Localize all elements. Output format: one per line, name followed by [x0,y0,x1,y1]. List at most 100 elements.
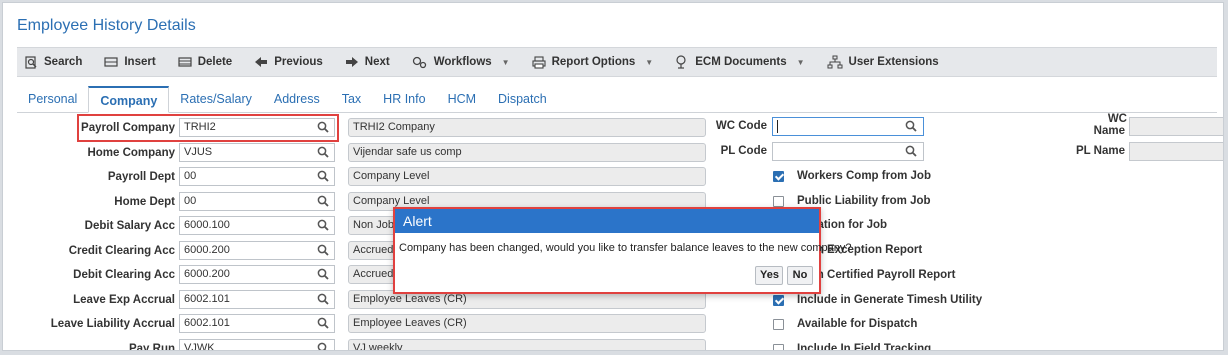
arrow-right-icon [345,57,358,67]
debit-clearing-acc-input[interactable]: 6000.200 [179,265,335,284]
ecm-icon [676,55,686,69]
previous-label: Previous [274,56,323,68]
home-company-label: Home Company [87,147,175,159]
ecm-documents-menu[interactable]: ECM Documents ▼ [675,55,805,69]
delete-button[interactable]: Delete [178,56,233,68]
search-icon [25,55,37,69]
pl-name-field [1129,142,1223,161]
debit-clearing-acc-label: Debit Clearing Acc [73,269,175,281]
checkbox-row-available-for-dispatch[interactable]: Available for Dispatch [773,314,917,334]
search-icon[interactable] [317,293,329,305]
chevron-down-icon: ▼ [501,57,510,67]
report-options-label: Report Options [551,56,636,68]
tab-hr-info[interactable]: HR Info [372,86,436,112]
pl-code-label: PL Code [720,145,767,157]
alert-dialog-title: Alert [395,209,819,233]
print-icon [532,55,546,69]
no-button[interactable]: No [787,266,813,285]
delete-icon [178,57,192,67]
insert-label: Insert [124,56,156,68]
wc-code-label: WC Code [715,120,767,132]
page-title: Employee History Details [17,17,196,34]
delete-label: Delete [197,56,233,68]
user-extensions-button[interactable]: User Extensions [827,55,939,69]
search-icon[interactable] [317,317,329,329]
wc-name-field [1129,117,1223,136]
tab-address[interactable]: Address [263,86,331,112]
wc-name-label-line2: Name [1093,125,1125,137]
checkbox-label-public-liability-from-job: Public Liability from Job [797,195,931,207]
home-company-input[interactable]: VJUS [179,143,335,162]
tab-dispatch[interactable]: Dispatch [487,86,558,112]
leave-exp-accrual-input[interactable]: 6002.101 [179,290,335,309]
next-label: Next [364,56,390,68]
search-icon[interactable] [317,146,329,158]
pl-name-label: PL Name [1075,145,1125,157]
search-icon[interactable] [317,195,329,207]
credit-clearing-acc-label: Credit Clearing Acc [68,245,175,257]
search-icon[interactable] [317,170,329,182]
search-button[interactable]: Search [25,55,83,69]
leave-liability-accrual-input[interactable]: 6002.101 [179,314,335,333]
next-button[interactable]: Next [345,56,390,68]
payroll-company-highlight [77,114,339,142]
leave-exp-accrual-label: Leave Exp Accrual [73,294,175,306]
previous-button[interactable]: Previous [254,56,323,68]
arrow-left-icon [255,57,268,67]
debit-salary-acc-label: Debit Salary Acc [84,220,175,232]
workflows-label: Workflows [433,56,492,68]
search-icon[interactable] [905,145,917,157]
pl-code-input[interactable] [772,142,924,161]
leave-liability-accrual-description: Employee Leaves (CR) [348,314,706,333]
leave-liability-accrual-label: Leave Liability Accrual [50,318,175,330]
wc-code-input[interactable] [772,117,924,136]
report-options-menu[interactable]: Report Options ▼ [532,55,654,69]
checkbox-include-in-generate-timesh-utility[interactable] [773,294,784,306]
pay-run-label: Pay Run [128,343,175,351]
search-icon[interactable] [317,219,329,231]
toolbar: Search Insert Delete Previous Next Workf… [17,47,1217,77]
search-icon[interactable] [317,342,329,351]
checkbox-label-include-in-generate-timesh-utility: Include in Generate Timesh Utility [797,294,983,306]
payroll-dept-description: Company Level [348,167,706,186]
tab-rates-salary[interactable]: Rates/Salary [169,86,263,112]
debit-salary-acc-input[interactable]: 6000.100 [179,216,335,235]
search-icon[interactable] [317,244,329,256]
tab-hcm[interactable]: HCM [437,86,487,112]
alert-dialog-message: Company has been changed, would you like… [399,242,852,254]
checkbox-workers-comp-from-job[interactable] [773,170,784,182]
search-icon[interactable] [317,268,329,280]
tab-tax[interactable]: Tax [331,86,372,112]
tab-bar: Personal Company Rates/Salary Address Ta… [17,86,1217,113]
insert-icon [104,57,118,67]
workflows-menu[interactable]: Workflows ▼ [412,56,510,69]
yes-button[interactable]: Yes [755,266,783,285]
checkbox-label-workers-comp-from-job: Workers Comp from Job [797,170,931,182]
checkbox-row-workers-comp-from-job[interactable]: Workers Comp from Job [773,166,931,186]
chevron-down-icon: ▼ [645,57,654,67]
wc-name-label-line1: WC [1107,113,1127,125]
tab-company[interactable]: Company [88,86,170,113]
ecm-documents-label: ECM Documents [695,56,787,68]
home-dept-input[interactable]: 00 [179,192,335,211]
payroll-dept-label: Payroll Dept [107,171,175,183]
pay-run-description: VJ weekly [348,339,706,350]
tab-personal[interactable]: Personal [17,86,88,112]
insert-button[interactable]: Insert [104,56,156,68]
payroll-company-description: TRHI2 Company [348,118,706,137]
checkbox-label-include-in-field-tracking: Include In Field Tracking [797,343,932,351]
payroll-dept-input[interactable]: 00 [179,167,335,186]
hierarchy-icon [827,55,843,69]
checkbox-available-for-dispatch[interactable] [773,318,784,330]
credit-clearing-acc-input[interactable]: 6000.200 [179,241,335,260]
search-label: Search [44,56,83,68]
pay-run-input[interactable]: VJWK [179,339,335,350]
text-cursor [777,120,778,133]
checkbox-row-include-in-field-tracking[interactable]: Include In Field Tracking [773,339,932,351]
chevron-down-icon: ▼ [796,57,805,67]
checkbox-include-in-field-tracking[interactable] [773,343,784,350]
search-icon[interactable] [905,120,917,132]
checkbox-label-available-for-dispatch: Available for Dispatch [797,318,918,330]
checkbox-public-liability-from-job[interactable] [773,195,784,207]
workflow-icon [412,56,426,68]
